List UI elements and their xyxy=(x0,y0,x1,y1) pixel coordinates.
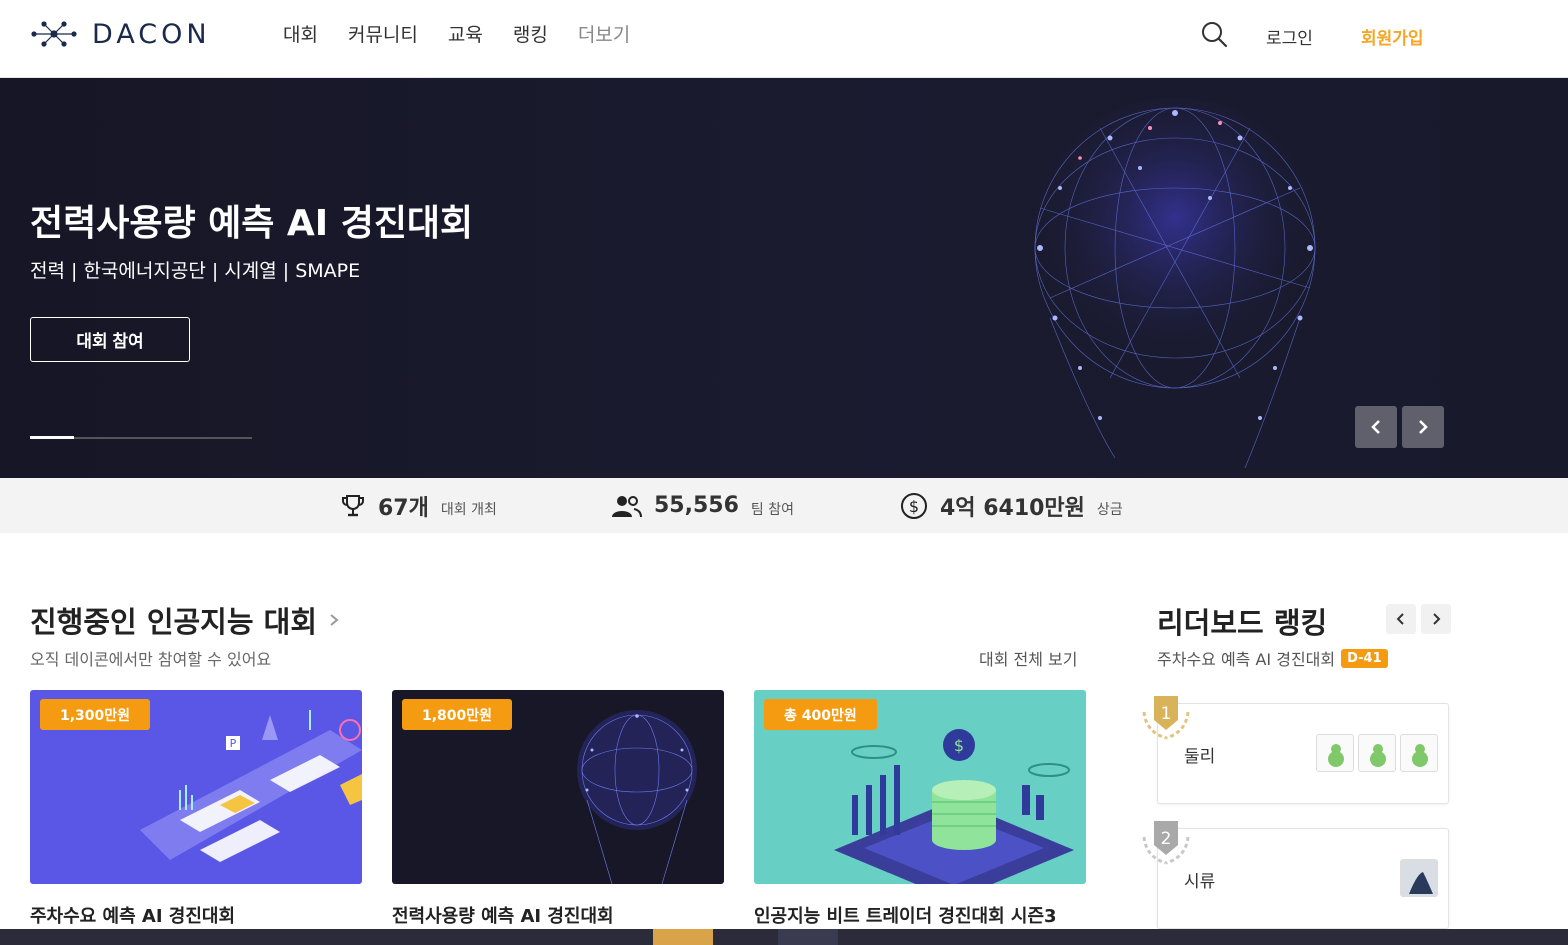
leaderboard-title: 리더보드 랭킹 xyxy=(1157,606,1328,640)
chevron-left-icon xyxy=(1371,420,1380,434)
competition-title: 주차수요 예측 AI 경진대회 xyxy=(30,906,236,927)
logo[interactable]: DACON xyxy=(30,18,211,50)
svg-text:$: $ xyxy=(909,497,919,516)
leaderboard-prev-button[interactable] xyxy=(1386,604,1416,634)
hero-banner[interactable]: 전력사용량 예측 AI 경진대회 전력 | 한국에너지공단 | 시계열 | SM… xyxy=(0,78,1568,478)
chevron-right-icon xyxy=(330,614,339,626)
dollar-icon: $ xyxy=(901,492,927,519)
stat-competitions: 67개 대회 개최 xyxy=(340,478,497,533)
search-icon[interactable] xyxy=(1200,20,1228,48)
slide-progress-fill xyxy=(30,436,74,439)
competitions-subtitle: 오직 데이콘에서만 참여할 수 있어요 xyxy=(30,650,272,669)
competition-card[interactable]: 1,800만원 전력사용량 예측 AI 경진대회 xyxy=(392,690,724,928)
team-name: 시류 xyxy=(1184,872,1216,892)
leaderboard-entry[interactable]: 1 둘리 xyxy=(1142,696,1449,804)
avatar xyxy=(1400,734,1438,772)
competition-card[interactable]: $ 총 400만원 인공지능 비트 트레이더 경진대회 시즌3 xyxy=(754,690,1086,928)
nav-item-ranking[interactable]: 랭킹 xyxy=(513,20,548,47)
stat-teams: 55,556 팀 참여 xyxy=(610,478,794,533)
gold-medal-icon: 1 xyxy=(1142,696,1190,740)
avatar-image xyxy=(1370,744,1386,767)
nav-item-more[interactable]: 더보기 xyxy=(578,20,630,47)
svg-text:P: P xyxy=(230,737,237,750)
taskbar-app[interactable] xyxy=(778,929,838,945)
logo-text: DACON xyxy=(92,18,211,50)
dday-badge: D-41 xyxy=(1341,648,1388,668)
member-avatars xyxy=(1400,859,1438,897)
view-all-competitions-link[interactable]: 대회 전체 보기 xyxy=(979,646,1078,670)
page: DACON 대회 커뮤니티 교육 랭킹 더보기 로그인 회원가입 전력사용량 예… xyxy=(0,0,1568,945)
member-avatars xyxy=(1316,734,1438,772)
nav-item-competitions[interactable]: 대회 xyxy=(283,20,318,47)
chevron-right-icon xyxy=(1419,420,1428,434)
main-nav: 대회 커뮤니티 교육 랭킹 더보기 xyxy=(283,20,630,47)
nav-item-community[interactable]: 커뮤니티 xyxy=(348,20,418,47)
team-name: 둘리 xyxy=(1184,747,1216,767)
rank-number: 1 xyxy=(1161,704,1172,724)
avatar-image xyxy=(1328,744,1344,767)
leaderboard-next-button[interactable] xyxy=(1421,604,1451,634)
stat-prize: $ 4억 6410만원 상금 xyxy=(900,478,1123,533)
competitions-title-text: 진행중인 인공지능 대회 xyxy=(30,605,317,639)
silver-medal-icon: 2 xyxy=(1142,821,1190,865)
avatar xyxy=(1316,734,1354,772)
prize-badge: 1,300만원 xyxy=(40,699,151,730)
hero-globe-illustration xyxy=(1025,98,1325,469)
os-taskbar xyxy=(0,929,1568,945)
prize-badge: 총 400만원 xyxy=(764,699,877,730)
competitions-title[interactable]: 진행중인 인공지능 대회 xyxy=(30,599,341,641)
rank-number: 2 xyxy=(1161,829,1172,849)
chevron-left-icon xyxy=(1396,613,1404,625)
stat-value: 4억 6410만원 xyxy=(940,495,1085,521)
stat-label: 대회 개최 xyxy=(440,501,497,518)
taskbar-app[interactable] xyxy=(653,929,713,945)
hero-subtitle: 전력 | 한국에너지공단 | 시계열 | SMAPE xyxy=(30,260,361,282)
hero-prev-button[interactable] xyxy=(1355,406,1397,448)
slide-progress-track xyxy=(30,436,252,439)
hero-next-button[interactable] xyxy=(1402,406,1444,448)
avatar-image xyxy=(1401,860,1437,896)
competition-card[interactable]: P 1,300만원 주차수요 예측 AI 경진대회 xyxy=(30,690,362,928)
top-header: DACON 대회 커뮤니티 교육 랭킹 더보기 로그인 회원가입 xyxy=(0,0,1568,78)
logo-network-icon xyxy=(31,21,77,47)
stat-label: 상금 xyxy=(1096,501,1123,518)
competition-thumbnail: $ 총 400만원 xyxy=(754,690,1086,884)
avatar xyxy=(1400,859,1438,897)
trophy-icon xyxy=(342,494,364,516)
avatar-image xyxy=(1412,744,1428,767)
competition-title: 전력사용량 예측 AI 경진대회 xyxy=(392,906,614,927)
competition-title: 인공지능 비트 트레이더 경진대회 시즌3 xyxy=(754,906,1057,927)
stat-value: 67개 xyxy=(378,495,429,521)
stat-value: 55,556 xyxy=(654,493,739,518)
svg-text:$: $ xyxy=(954,736,964,755)
leaderboard-entry[interactable]: 2 시류 xyxy=(1142,821,1449,929)
leaderboard-competition[interactable]: 주차수요 예측 AI 경진대회 D-41 xyxy=(1157,646,1388,670)
leaderboard-competition-name: 주차수요 예측 AI 경진대회 xyxy=(1157,650,1336,669)
signup-link[interactable]: 회원가입 xyxy=(1361,24,1424,49)
join-competition-button[interactable]: 대회 참여 xyxy=(30,317,190,362)
prize-badge: 1,800만원 xyxy=(402,699,513,730)
avatar xyxy=(1358,734,1396,772)
nav-item-education[interactable]: 교육 xyxy=(448,20,483,47)
competition-thumbnail: 1,800만원 xyxy=(392,690,724,884)
stats-bar: 67개 대회 개최 55,556 팀 참여 $ 4억 6410만원 상금 xyxy=(0,478,1568,533)
login-link[interactable]: 로그인 xyxy=(1266,24,1313,49)
chevron-right-icon xyxy=(1433,613,1441,625)
competition-thumbnail: P 1,300만원 xyxy=(30,690,362,884)
people-icon xyxy=(612,495,642,517)
stat-label: 팀 참여 xyxy=(750,501,794,518)
hero-title: 전력사용량 예측 AI 경진대회 xyxy=(30,203,474,244)
